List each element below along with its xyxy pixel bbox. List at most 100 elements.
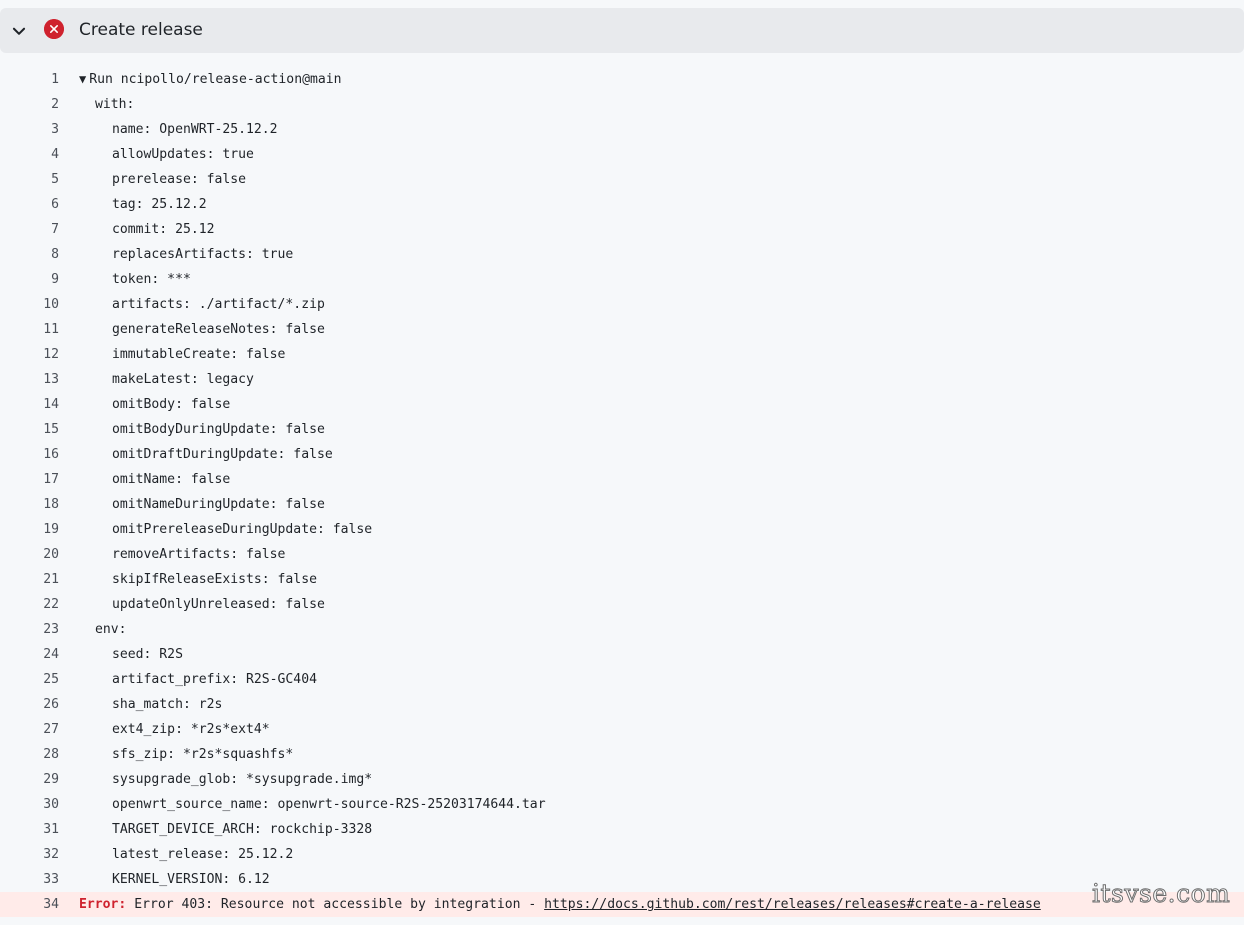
line-number[interactable]: 32 (0, 842, 59, 867)
line-number[interactable]: 7 (0, 217, 59, 242)
line-number[interactable]: 29 (0, 767, 59, 792)
log-line: 12 immutableCreate: false (0, 342, 1244, 367)
log-text: omitNameDuringUpdate: false (112, 497, 325, 512)
log-text: removeArtifacts: false (112, 547, 286, 562)
line-number[interactable]: 34 (0, 892, 59, 917)
log-line: 21 skipIfReleaseExists: false (0, 567, 1244, 592)
line-number[interactable]: 24 (0, 642, 59, 667)
line-number[interactable]: 23 (0, 617, 59, 642)
log-line: 17 omitName: false (0, 467, 1244, 492)
step-title: Create release (79, 20, 203, 40)
log-line: 32 latest_release: 25.12.2 (0, 842, 1244, 867)
error-message: Error 403: Resource not accessible by in… (126, 897, 545, 912)
log-text: KERNEL_VERSION: 6.12 (112, 872, 270, 887)
log-line: 19 omitPrereleaseDuringUpdate: false (0, 517, 1244, 542)
log-line: 13 makeLatest: legacy (0, 367, 1244, 392)
log-text: sfs_zip: *r2s*squashfs* (112, 747, 294, 762)
log-line: 18 omitNameDuringUpdate: false (0, 492, 1244, 517)
docs-link[interactable]: https://docs.github.com/rest/releases/re… (544, 897, 1041, 912)
line-number[interactable]: 14 (0, 392, 59, 417)
line-number[interactable]: 13 (0, 367, 59, 392)
log-text: artifacts: ./artifact/*.zip (112, 297, 325, 312)
log-text: TARGET_DEVICE_ARCH: rockchip-3328 (112, 822, 373, 837)
log-text: makeLatest: legacy (112, 372, 254, 387)
log-line: 24 seed: R2S (0, 642, 1244, 667)
log-text: sysupgrade_glob: *sysupgrade.img* (112, 772, 373, 787)
line-number[interactable]: 11 (0, 317, 59, 342)
line-number[interactable]: 27 (0, 717, 59, 742)
line-number[interactable]: 30 (0, 792, 59, 817)
log-line: 14 omitBody: false (0, 392, 1244, 417)
log-text: name: OpenWRT-25.12.2 (112, 122, 278, 137)
log-text: token: *** (112, 272, 191, 287)
log-line: 26 sha_match: r2s (0, 692, 1244, 717)
log-line: 31 TARGET_DEVICE_ARCH: rockchip-3328 (0, 817, 1244, 842)
line-number[interactable]: 2 (0, 92, 59, 117)
log-text: with: (95, 97, 135, 112)
error-line: 34 Error: Error 403: Resource not accessi… (0, 892, 1244, 917)
line-number[interactable]: 19 (0, 517, 59, 542)
line-number[interactable]: 3 (0, 117, 59, 142)
chevron-down-icon[interactable] (10, 22, 28, 40)
line-number[interactable]: 17 (0, 467, 59, 492)
watermark: itsvse.com (1091, 879, 1231, 909)
log-text: omitName: false (112, 472, 231, 487)
log-line: 27 ext4_zip: *r2s*ext4* (0, 717, 1244, 742)
log-text: env: (95, 622, 127, 637)
line-number[interactable]: 33 (0, 867, 59, 892)
log-text: latest_release: 25.12.2 (112, 847, 294, 862)
log-text: omitDraftDuringUpdate: false (112, 447, 333, 462)
line-number[interactable]: 9 (0, 267, 59, 292)
log-text: artifact_prefix: R2S-GC404 (112, 672, 317, 687)
log-line: 28 sfs_zip: *r2s*squashfs* (0, 742, 1244, 767)
line-number[interactable]: 26 (0, 692, 59, 717)
step-header[interactable]: Create release (0, 8, 1244, 53)
log-text: tag: 25.12.2 (112, 197, 207, 212)
log-line: 5 prerelease: false (0, 167, 1244, 192)
log-text: omitBodyDuringUpdate: false (112, 422, 325, 437)
log-text: Run ncipollo/release-action@main (89, 72, 342, 87)
step-log: 1 ▼ Run ncipollo/release-action@main 2 with:… (0, 67, 1244, 917)
log-line: 30 openwrt_source_name: openwrt-source-R2… (0, 792, 1244, 817)
line-number[interactable]: 10 (0, 292, 59, 317)
log-text: omitBody: false (112, 397, 231, 412)
job-step: Create release 1 ▼ Run ncipollo/release-ac… (0, 0, 1244, 925)
line-number[interactable]: 4 (0, 142, 59, 167)
log-line: 25 artifact_prefix: R2S-GC404 (0, 667, 1244, 692)
line-number[interactable]: 21 (0, 567, 59, 592)
line-number[interactable]: 20 (0, 542, 59, 567)
log-line: 23 env: (0, 617, 1244, 642)
line-number[interactable]: 28 (0, 742, 59, 767)
log-line: 33 KERNEL_VERSION: 6.12 (0, 867, 1244, 892)
triangle-down-icon[interactable]: ▼ (79, 72, 86, 86)
log-line: 3 name: OpenWRT-25.12.2 (0, 117, 1244, 142)
log-text: openwrt_source_name: openwrt-source-R2S-… (112, 797, 546, 812)
line-number[interactable]: 31 (0, 817, 59, 842)
error-label: Error: (79, 897, 127, 912)
log-text: immutableCreate: false (112, 347, 286, 362)
line-number[interactable]: 15 (0, 417, 59, 442)
log-line: 20 removeArtifacts: false (0, 542, 1244, 567)
line-number[interactable]: 16 (0, 442, 59, 467)
line-number[interactable]: 8 (0, 242, 59, 267)
line-number[interactable]: 25 (0, 667, 59, 692)
x-circle-fill-icon (44, 19, 64, 39)
line-number[interactable]: 18 (0, 492, 59, 517)
group-toggle-line[interactable]: ▼ Run ncipollo/release-action@main (79, 67, 342, 92)
line-number[interactable]: 6 (0, 192, 59, 217)
log-text: seed: R2S (112, 647, 183, 662)
line-number[interactable]: 1 (0, 67, 59, 92)
log-text: omitPrereleaseDuringUpdate: false (112, 522, 373, 537)
log-line: 16 omitDraftDuringUpdate: false (0, 442, 1244, 467)
log-line: 2 with: (0, 92, 1244, 117)
line-number[interactable]: 22 (0, 592, 59, 617)
line-number[interactable]: 5 (0, 167, 59, 192)
log-line: 15 omitBodyDuringUpdate: false (0, 417, 1244, 442)
log-text: replacesArtifacts: true (112, 247, 294, 262)
log-text: skipIfReleaseExists: false (112, 572, 317, 587)
log-line: 9 token: *** (0, 267, 1244, 292)
log-line: 10 artifacts: ./artifact/*.zip (0, 292, 1244, 317)
log-line: 8 replacesArtifacts: true (0, 242, 1244, 267)
log-text: sha_match: r2s (112, 697, 223, 712)
line-number[interactable]: 12 (0, 342, 59, 367)
